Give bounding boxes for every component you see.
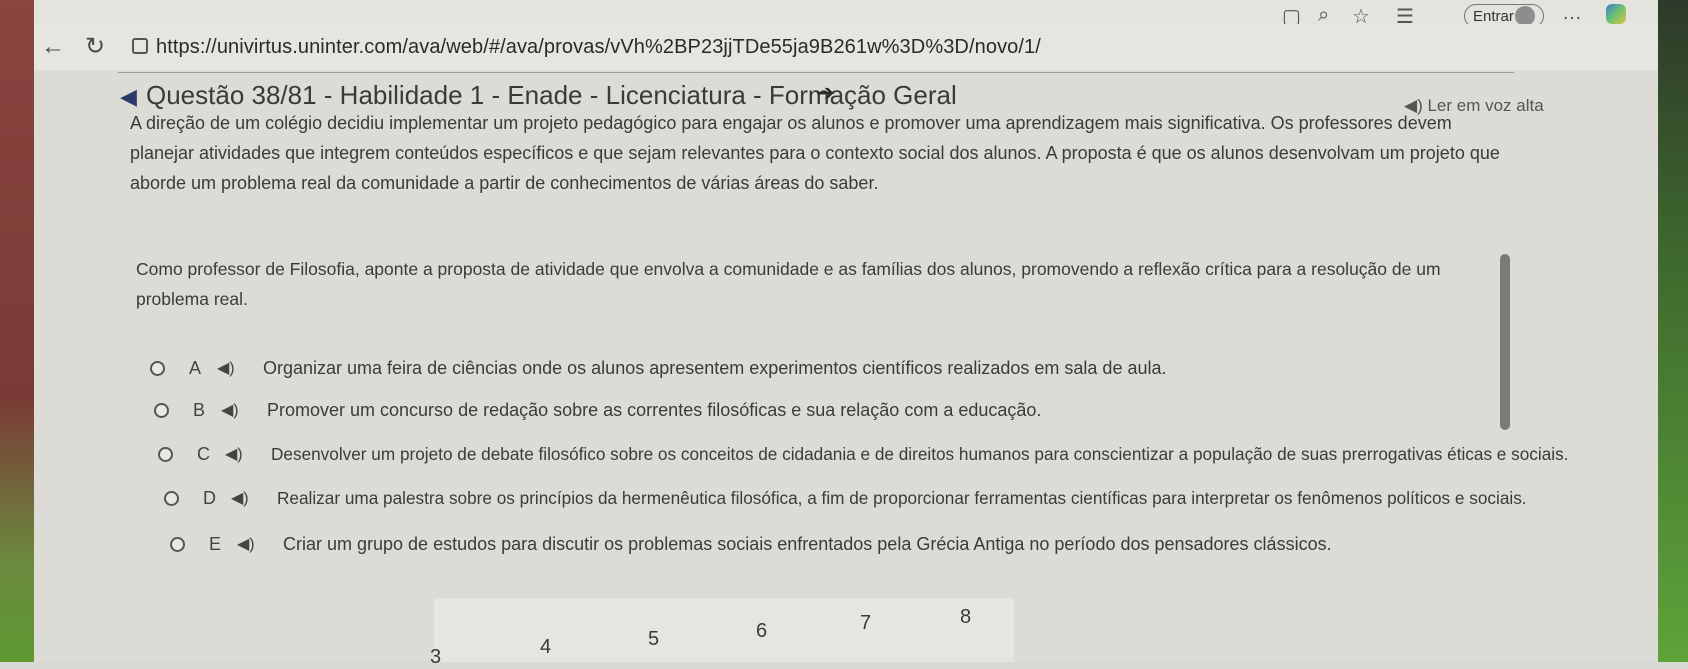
option-a[interactable]: A ◀) Organizar uma feira de ciências ond… — [150, 350, 1167, 386]
next-question-icon[interactable]: ➔ — [816, 80, 834, 106]
option-letter: C — [197, 443, 210, 464]
option-b[interactable]: B ◀) Promover um concurso de redação sob… — [154, 392, 1041, 428]
option-text: Desenvolver um projeto de debate filosóf… — [271, 443, 1569, 464]
page-title: Questão 38/81 - Habilidade 1 - Enade - L… — [146, 80, 957, 110]
lock-icon[interactable] — [132, 38, 148, 54]
monitor-bezel-left — [0, 0, 34, 662]
option-text: Criar um grupo de estudos para discutir … — [283, 533, 1332, 554]
page-number[interactable]: 8 — [960, 606, 971, 629]
copilot-icon[interactable] — [1606, 4, 1626, 24]
screen: ▢ ⌕ ☆ ☰ Entrar … ← ↻ https://univirtus.u… — [34, 0, 1658, 668]
option-letter: E — [209, 533, 222, 554]
option-d[interactable]: D ◀) Realizar uma palestra sobre os prin… — [164, 480, 1527, 516]
speaker-icon[interactable]: ◀) — [225, 444, 255, 464]
page-number[interactable]: 3 — [430, 646, 441, 669]
radio-option-e[interactable] — [170, 536, 185, 552]
page-number[interactable]: 4 — [540, 636, 551, 659]
option-text: Promover um concurso de redação sobre as… — [267, 399, 1042, 420]
question-pager — [434, 598, 1014, 662]
back-button[interactable]: ← — [38, 32, 68, 62]
divider — [118, 72, 1514, 73]
radio-option-b[interactable] — [154, 402, 169, 418]
page-number[interactable]: 5 — [648, 628, 659, 651]
question-prompt: Como professor de Filosofia, aponte a pr… — [136, 259, 1441, 309]
browser-tab-strip: ▢ ⌕ ☆ ☰ Entrar … — [34, 0, 1658, 28]
option-letter: A — [189, 357, 202, 378]
radio-option-d[interactable] — [164, 490, 179, 506]
page-number[interactable]: 7 — [860, 612, 871, 635]
radio-option-a[interactable] — [150, 360, 165, 376]
reload-button[interactable]: ↻ — [80, 32, 110, 62]
option-e[interactable]: E ◀) Criar um grupo de estudos para disc… — [170, 526, 1332, 562]
option-c[interactable]: C ◀) Desenvolver um projeto de debate fi… — [158, 436, 1568, 472]
page-number[interactable]: 6 — [756, 620, 767, 643]
speaker-icon[interactable]: ◀) — [217, 358, 247, 378]
question-context: A direção de um colégio decidiu implemen… — [130, 113, 1500, 193]
scrollbar-thumb[interactable] — [1500, 254, 1510, 430]
reload-icon: ↻ — [84, 33, 106, 60]
url-field[interactable]: https://univirtus.uninter.com/ava/web/#/… — [156, 32, 1041, 62]
previous-question-icon[interactable]: ◀ — [120, 84, 137, 110]
signin-label: Entrar — [1473, 8, 1514, 25]
option-text: Organizar uma feira de ciências onde os … — [263, 357, 1167, 378]
avatar — [1515, 6, 1535, 26]
arrow-left-icon: ← — [41, 33, 65, 60]
option-text: Realizar uma palestra sobre os princípio… — [277, 487, 1527, 508]
option-letter: D — [203, 487, 216, 508]
speaker-icon[interactable]: ◀) — [231, 488, 261, 508]
speaker-icon[interactable]: ◀) — [221, 400, 251, 420]
monitor-bezel-right — [1658, 0, 1688, 662]
more-options-icon[interactable]: … — [1562, 2, 1582, 25]
speaker-icon[interactable]: ◀) — [237, 534, 267, 554]
option-letter: B — [193, 399, 206, 420]
radio-option-c[interactable] — [158, 446, 173, 462]
